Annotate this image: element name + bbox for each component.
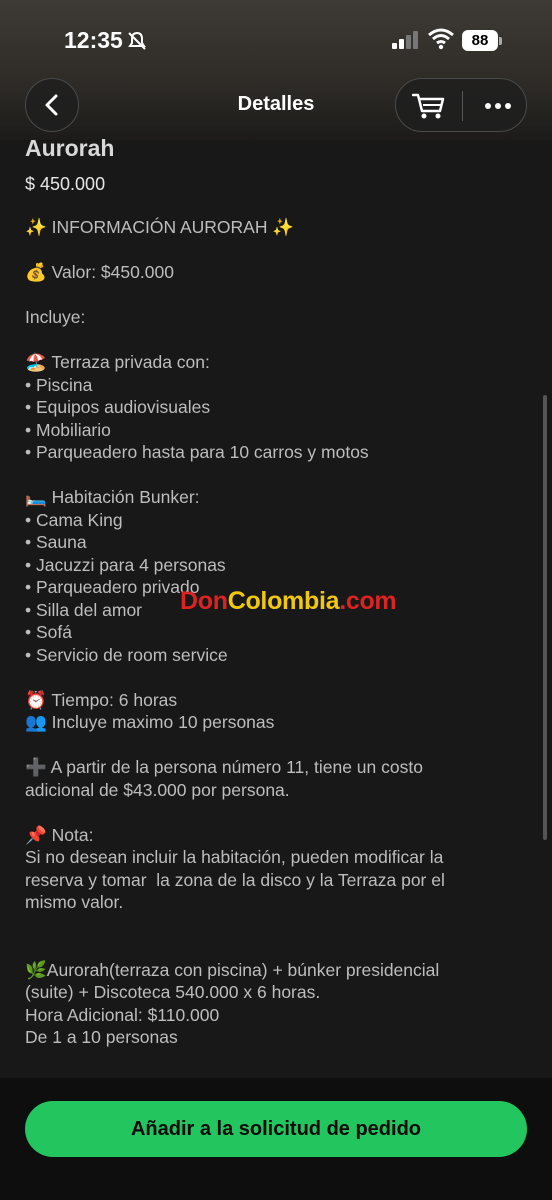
more-horizontal-icon[interactable] [484,98,512,114]
description-line: Si no desean incluir la habitación, pued… [25,847,444,867]
description-line: 📌 Nota: [25,824,94,845]
product-description: ✨ INFORMACIÓN AURORAH ✨ 💰 Valor: $450.000… [25,216,525,1049]
description-line: 🛏️ Habitación Bunker: [25,487,200,507]
description-line [25,734,525,757]
description-line: 🌿Aurorah(terraza con piscina) + búnker p… [25,959,440,980]
description-line: De 1 a 10 personas [25,1027,178,1047]
nav-actions-group [395,78,527,132]
description-line [25,936,525,959]
description-line: • Parqueadero hasta para 10 carros y mot… [25,442,369,462]
description-line: • Mobiliario [25,419,111,440]
description-line: • Sofá [25,622,72,642]
description-line: 🏖️ Terraza privada con: [25,352,210,372]
description-line [25,239,525,262]
description-line: ✨ INFORMACIÓN AURORAH ✨ [25,217,295,237]
description-line [25,914,525,937]
nav-divider [462,91,463,121]
product-title: Aurorah [25,135,115,161]
cart-icon[interactable] [412,92,446,120]
description-line: Incluye: [25,307,86,327]
battery-tip [499,37,502,45]
status-time: 12:35 [64,27,123,53]
description-line: (suite) + Discoteca 540.000 x 6 horas. [25,982,321,1002]
description-line [25,801,525,824]
product-price: $ 450.000 [25,174,106,194]
description-line: • Cama King [25,509,123,530]
description-line: • Piscina [25,374,93,395]
description-line: • Equipos audiovisuales [25,397,211,417]
scrollbar[interactable] [543,395,547,840]
description-line: • Jacuzzi para 4 personas [25,554,226,575]
status-bar: 12:35 88 [0,0,552,80]
wifi-icon [428,28,454,50]
description-line: ⏰ Tiempo: 6 horas [25,689,178,710]
description-line [25,464,525,487]
page-title: Detalles [237,93,315,115]
add-to-order-button[interactable]: Añadir a la solicitud de pedido [25,1101,527,1157]
bell-muted-icon [128,31,146,50]
battery-indicator: 88 [462,30,498,51]
description-line: mismo valor. [25,892,124,912]
description-line [25,666,525,689]
description-line [25,329,525,352]
description-line: adicional de $43.000 por persona. [25,779,290,800]
chevron-left-icon [45,94,58,116]
description-line: ➕ A partir de la persona número 11, tien… [25,757,423,777]
description-line: 💰 Valor: $450.000 [25,262,174,282]
description-line: 👥 Incluye maximo 10 personas [25,712,275,732]
watermark-logo: DonColombia.com [180,587,397,615]
description-line: reserva y tomar la zona de la disco y la… [25,869,445,890]
description-line [25,284,525,307]
signal-icon [392,31,418,49]
description-line: Hora Adicional: $110.000 [25,1004,220,1025]
description-line: • Servicio de room service [25,644,228,665]
back-button[interactable] [25,78,79,132]
description-line: • Sauna [25,532,87,552]
